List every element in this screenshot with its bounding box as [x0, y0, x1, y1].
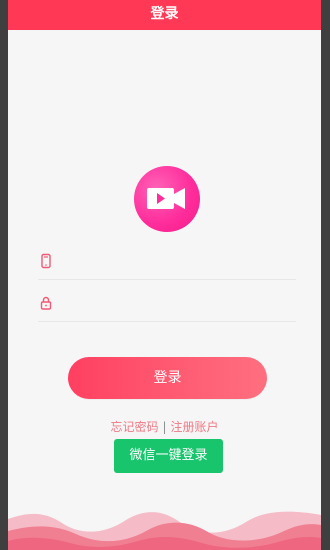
login-screen: 登录 登录 忘记密码 | 注册账户 微信一键登录	[8, 0, 321, 550]
app-logo	[134, 166, 200, 232]
phone-icon	[41, 253, 51, 269]
link-separator: |	[162, 420, 167, 434]
lock-icon	[40, 296, 52, 310]
left-frame	[0, 0, 8, 550]
login-button[interactable]: 登录	[68, 357, 267, 399]
password-input[interactable]	[62, 290, 294, 318]
account-links: 忘记密码 | 注册账户	[8, 418, 321, 435]
right-frame	[321, 0, 330, 550]
phone-field-row	[38, 245, 296, 280]
forgot-password-link[interactable]: 忘记密码	[110, 420, 158, 434]
phone-input[interactable]	[62, 248, 294, 276]
password-field-row	[38, 287, 296, 322]
register-link[interactable]: 注册账户	[171, 420, 219, 434]
video-camera-icon	[147, 188, 185, 209]
wechat-login-button[interactable]: 微信一键登录	[114, 439, 223, 473]
decorative-waves	[8, 511, 321, 550]
page-title: 登录	[8, 0, 321, 30]
